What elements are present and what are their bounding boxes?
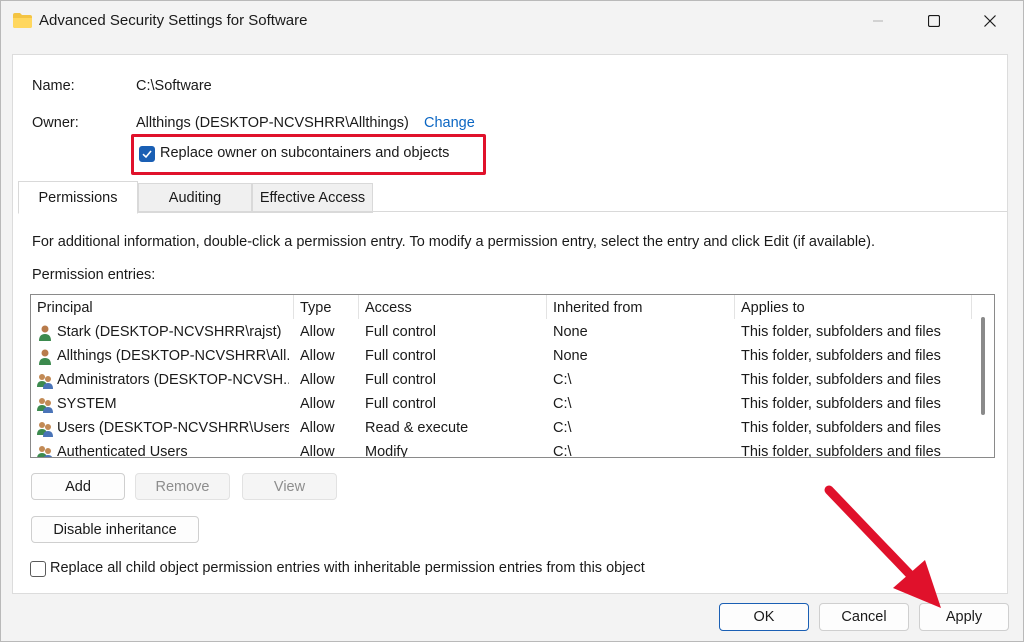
list-scrollbar[interactable]	[981, 317, 985, 415]
table-row[interactable]: Stark (DESKTOP-NCVSHRR\rajst) Allow Full…	[31, 321, 971, 345]
change-owner-link[interactable]: Change	[424, 115, 475, 131]
cell-principal: Stark (DESKTOP-NCVSHRR\rajst)	[57, 324, 282, 340]
cell-applies: This folder, subfolders and files	[741, 444, 941, 458]
checkmark-icon	[142, 150, 152, 159]
table-row[interactable]: Authenticated Users Allow Modify C:\ Thi…	[31, 441, 971, 458]
view-button[interactable]: View	[242, 473, 337, 500]
tab-label: Effective Access	[259, 190, 366, 206]
cell-access: Full control	[365, 348, 436, 364]
title-bar[interactable]: Advanced Security Settings for Software	[1, 1, 1023, 41]
column-header-applies[interactable]: Applies to	[741, 300, 805, 316]
minimize-button[interactable]	[852, 1, 904, 41]
column-separator	[971, 295, 972, 319]
cell-type: Allow	[300, 324, 335, 340]
group-icon	[37, 446, 53, 457]
cell-inherited: C:\	[553, 420, 572, 436]
cell-type: Allow	[300, 444, 335, 458]
tab-label: Auditing	[168, 190, 222, 206]
ok-button-label: OK	[753, 609, 775, 625]
column-separator[interactable]	[734, 295, 735, 319]
cell-inherited: C:\	[553, 444, 572, 458]
annotation-arrow-icon	[824, 485, 941, 608]
apply-button-label: Apply	[945, 609, 983, 625]
owner-value: Allthings (DESKTOP-NCVSHRR\Allthings)	[136, 115, 409, 131]
cell-principal: Allthings (DESKTOP-NCVSHRR\All...	[57, 348, 289, 364]
view-button-label: View	[273, 478, 306, 495]
tab-label: Permissions	[38, 189, 118, 206]
replace-child-permissions-label[interactable]: Replace all child object permission entr…	[50, 560, 645, 576]
add-button-label: Add	[65, 478, 91, 495]
cell-access: Full control	[365, 324, 436, 340]
remove-button[interactable]: Remove	[135, 473, 230, 500]
column-header-type[interactable]: Type	[300, 300, 331, 316]
remove-button-label: Remove	[155, 478, 210, 495]
cell-applies: This folder, subfolders and files	[741, 372, 941, 388]
minimize-icon	[873, 20, 883, 22]
window-title: Advanced Security Settings for Software	[39, 12, 308, 29]
cell-access: Full control	[365, 396, 436, 412]
cell-type: Allow	[300, 348, 335, 364]
user-icon	[39, 325, 51, 341]
cell-applies: This folder, subfolders and files	[741, 324, 941, 340]
cell-type: Allow	[300, 420, 335, 436]
cell-inherited: None	[553, 348, 588, 364]
table-row[interactable]: Allthings (DESKTOP-NCVSHRR\All... Allow …	[31, 345, 971, 369]
maximize-icon	[928, 15, 940, 27]
column-separator[interactable]	[293, 295, 294, 319]
replace-owner-label[interactable]: Replace owner on subcontainers and objec…	[160, 145, 449, 161]
replace-child-permissions-checkbox[interactable]	[30, 561, 46, 577]
column-header-access[interactable]: Access	[365, 300, 412, 316]
permission-entries-list[interactable]: Principal Type Access Inherited from App…	[30, 294, 995, 458]
user-icon	[39, 349, 51, 365]
security-settings-window: Advanced Security Settings for Software …	[0, 0, 1024, 642]
table-row[interactable]: Users (DESKTOP-NCVSHRR\Users) Allow Read…	[31, 417, 971, 441]
maximize-button[interactable]	[908, 1, 960, 41]
cell-access: Read & execute	[365, 420, 469, 436]
group-icon	[37, 374, 53, 389]
cell-principal: Administrators (DESKTOP-NCVSH...	[57, 372, 289, 388]
cell-inherited: None	[553, 324, 588, 340]
cell-type: Allow	[300, 396, 335, 412]
group-icon	[37, 422, 53, 437]
permission-entries-label: Permission entries:	[32, 267, 156, 283]
tab-effective-access[interactable]: Effective Access	[252, 183, 373, 213]
cell-access: Modify	[365, 444, 408, 458]
cell-type: Allow	[300, 372, 335, 388]
cell-inherited: C:\	[553, 372, 572, 388]
list-header: Principal Type Access Inherited from App…	[31, 295, 972, 321]
cell-access: Full control	[365, 372, 436, 388]
cell-applies: This folder, subfolders and files	[741, 396, 941, 412]
tab-permissions[interactable]: Permissions	[18, 181, 138, 214]
column-separator[interactable]	[358, 295, 359, 319]
group-icon	[37, 398, 53, 413]
column-header-principal[interactable]: Principal	[37, 300, 93, 316]
column-header-inherited[interactable]: Inherited from	[553, 300, 642, 316]
cell-principal: Authenticated Users	[57, 444, 188, 458]
ok-button[interactable]: OK	[719, 603, 809, 631]
owner-label: Owner:	[32, 115, 79, 131]
tab-auditing[interactable]: Auditing	[138, 183, 252, 213]
add-button[interactable]: Add	[31, 473, 125, 500]
folder-icon	[13, 13, 32, 28]
cell-applies: This folder, subfolders and files	[741, 348, 941, 364]
column-separator[interactable]	[546, 295, 547, 319]
table-row[interactable]: SYSTEM Allow Full control C:\ This folde…	[31, 393, 971, 417]
cell-principal: SYSTEM	[57, 396, 117, 412]
close-button[interactable]	[964, 1, 1016, 41]
cell-principal: Users (DESKTOP-NCVSHRR\Users)	[57, 420, 289, 436]
disable-inheritance-button[interactable]: Disable inheritance	[31, 516, 199, 543]
name-label: Name:	[32, 78, 75, 94]
table-row[interactable]: Administrators (DESKTOP-NCVSH... Allow F…	[31, 369, 971, 393]
tab-divider	[18, 211, 1007, 212]
permissions-info-text: For additional information, double-click…	[32, 234, 875, 250]
name-value: C:\Software	[136, 78, 212, 94]
disable-inheritance-label: Disable inheritance	[53, 521, 177, 538]
cell-applies: This folder, subfolders and files	[741, 420, 941, 436]
replace-owner-checkbox[interactable]	[139, 146, 155, 162]
cell-inherited: C:\	[553, 396, 572, 412]
close-icon	[984, 15, 996, 27]
